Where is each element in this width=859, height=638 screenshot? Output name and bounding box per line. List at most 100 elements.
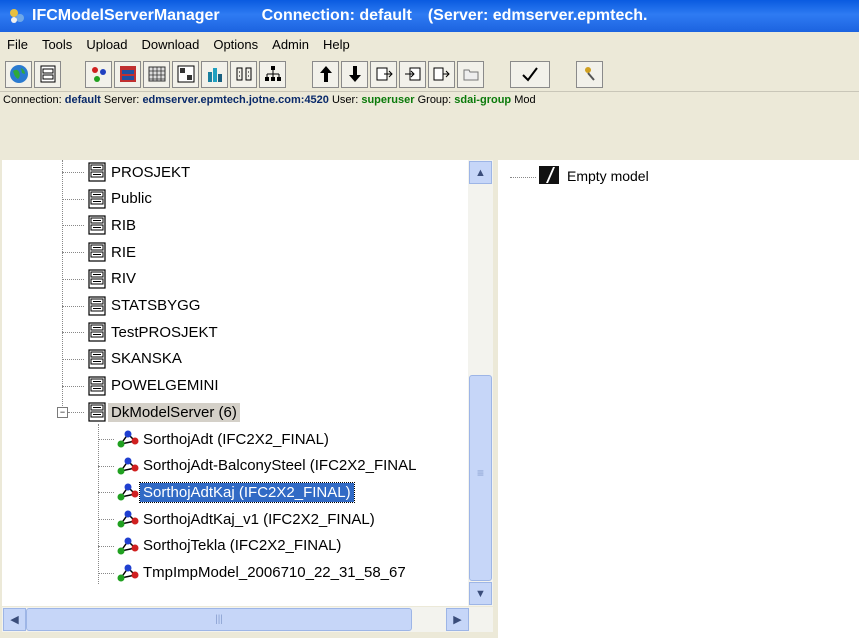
tree-item-group[interactable]: Public [86, 187, 155, 211]
server-label: Server: [103, 94, 140, 106]
empty-model-icon [538, 165, 560, 188]
server-folder-icon [86, 321, 108, 343]
calendar-icon[interactable] [143, 60, 170, 88]
database-icon[interactable] [114, 60, 141, 88]
tree-item-model[interactable]: SorthojAdt-BalconySteel (IFC2X2_FINAL [116, 454, 419, 478]
server-folder-icon [86, 161, 108, 183]
chart-icon[interactable] [201, 60, 228, 88]
app-logo-icon [8, 7, 26, 25]
app-title: IFCModelServerManager [32, 7, 220, 24]
model-tree[interactable]: PROSJEKT Public RIB RIE RIV STATSBYGG TestPROS… [2, 160, 468, 606]
scroll-thumb[interactable]: ≡ [469, 375, 492, 581]
tree-item-group-label: POWELGEMINI [111, 377, 219, 395]
tree-item-group-label: Public [111, 190, 152, 208]
tree-item-group-label: RIE [111, 243, 137, 261]
ifc-model-icon [116, 482, 140, 502]
mode-label: Mod [514, 94, 536, 106]
group-label: Group: [417, 94, 452, 106]
connection-status: Connection: default Server: edmserver.ep… [0, 93, 859, 108]
menu-tools[interactable]: Tools [35, 37, 79, 52]
tree-item-model-label: SorthojAdt-BalconySteel (IFC2X2_FINAL [143, 457, 417, 475]
menu-bar: File Tools Upload Download Options Admin… [0, 32, 859, 56]
vertical-scrollbar[interactable]: ▲ ≡ ▼ [468, 160, 493, 606]
server-folder-icon [86, 375, 108, 397]
tree-item-group-label: RIV [111, 270, 137, 288]
horizontal-scrollbar[interactable]: ◀ ||| ▶ [2, 607, 493, 632]
tree-item-group-label: TestPROSJEKT [111, 323, 218, 341]
tree-item-model-label: SorthojAdt (IFC2X2_FINAL) [143, 430, 329, 448]
menu-options[interactable]: Options [206, 37, 265, 52]
tree-item-dkmodelserver[interactable]: DkModelServer (6) [86, 400, 240, 424]
tree-item-model[interactable]: TmpImpModel_2006710_22_31_58_67 [116, 561, 409, 585]
export-icon[interactable] [370, 60, 397, 88]
compare-icon[interactable] [230, 60, 257, 88]
scroll-up-button[interactable]: ▲ [469, 161, 492, 184]
menu-download[interactable]: Download [135, 37, 207, 52]
tree-item-group-label: SKANSKA [111, 350, 182, 368]
folder-icon[interactable] [457, 60, 484, 88]
arrow-up-icon[interactable] [312, 60, 339, 88]
tree-item-group[interactable]: PROSJEKT [86, 160, 193, 184]
scroll-right-button[interactable]: ▶ [446, 608, 469, 631]
tree-item-model[interactable]: SorthojTekla (IFC2X2_FINAL) [116, 534, 344, 558]
tree-item-group[interactable]: TestPROSJEKT [86, 320, 221, 344]
server-value: edmserver.epmtech.jotne.com:4520 [142, 94, 329, 106]
tree-item-group[interactable]: RIV [86, 267, 139, 291]
server-icon[interactable] [34, 60, 61, 88]
tree-item-group[interactable]: STATSBYGG [86, 294, 203, 318]
tree-item-group[interactable]: POWELGEMINI [86, 374, 222, 398]
menu-admin[interactable]: Admin [265, 37, 316, 52]
server-title: (Server: edmserver.epmtech. [427, 7, 648, 24]
title-bar: IFCModelServerManager Connection: defaul… [0, 0, 859, 32]
server-folder-icon [86, 241, 108, 263]
hscroll-thumb[interactable]: ||| [26, 608, 412, 631]
user-value: superuser [361, 94, 415, 106]
menu-help[interactable]: Help [316, 37, 357, 52]
hierarchy-icon[interactable] [259, 60, 286, 88]
tree-item-group[interactable]: RIE [86, 240, 139, 264]
schema-icon[interactable] [172, 60, 199, 88]
menu-file[interactable]: File [0, 37, 35, 52]
empty-model-label: Empty model [567, 168, 649, 184]
scroll-grip: ≡ [476, 466, 484, 480]
models-icon[interactable] [85, 60, 112, 88]
tree-item-group[interactable]: RIB [86, 213, 139, 237]
ifc-model-icon [116, 536, 140, 556]
import-icon[interactable] [399, 60, 426, 88]
connection-value: default [64, 94, 101, 106]
arrow-down-icon[interactable] [341, 60, 368, 88]
ifc-model-icon [116, 563, 140, 583]
scroll-down-button[interactable]: ▼ [469, 582, 492, 605]
list-item[interactable]: Empty model [538, 164, 652, 188]
tree-item-group-label: STATSBYGG [111, 297, 201, 314]
collapse-toggle[interactable]: − [57, 407, 68, 419]
globe-icon[interactable] [5, 60, 32, 88]
tree-item-model-label: SorthojAdtKaj_v1 (IFC2X2_FINAL) [143, 510, 375, 528]
scroll-left-button[interactable]: ◀ [3, 608, 26, 631]
toolbar [0, 57, 859, 92]
server-folder-icon [86, 295, 108, 317]
tools-icon[interactable] [576, 60, 603, 88]
tree-item-model-label: SorthojAdtKaj (IFC2X2_FINAL) [139, 481, 355, 503]
ifc-model-icon [116, 429, 140, 449]
menu-upload[interactable]: Upload [79, 37, 134, 52]
connection-label: Connection: [3, 94, 62, 106]
tree-item-group-label: PROSJEKT [111, 163, 191, 181]
tree-item-group[interactable]: SKANSKA [86, 347, 185, 371]
ifc-model-icon [116, 456, 140, 476]
server-folder-icon [86, 188, 108, 210]
server-folder-icon [86, 268, 108, 290]
move-icon[interactable] [428, 60, 455, 88]
model-tree-pane: PROSJEKT Public RIB RIE RIV STATSBYGG TestPROS… [2, 160, 493, 635]
user-label: User: [331, 94, 359, 106]
ifc-model-icon [116, 509, 140, 529]
connection-title: Connection: default [261, 7, 412, 24]
checkmark-icon[interactable] [510, 60, 550, 88]
tree-item-dkmodelserver-label: DkModelServer (6) [108, 402, 240, 422]
tree-item-model[interactable]: SorthojAdtKaj_v1 (IFC2X2_FINAL) [116, 507, 378, 531]
tree-item-model[interactable]: SorthojAdt (IFC2X2_FINAL) [116, 427, 332, 451]
tree-item-model[interactable]: SorthojAdtKaj (IFC2X2_FINAL) [116, 480, 355, 504]
model-detail-pane: Empty model [498, 160, 859, 638]
server-folder-icon [86, 348, 108, 370]
tree-item-model-label: TmpImpModel_2006710_22_31_58_67 [143, 564, 406, 581]
